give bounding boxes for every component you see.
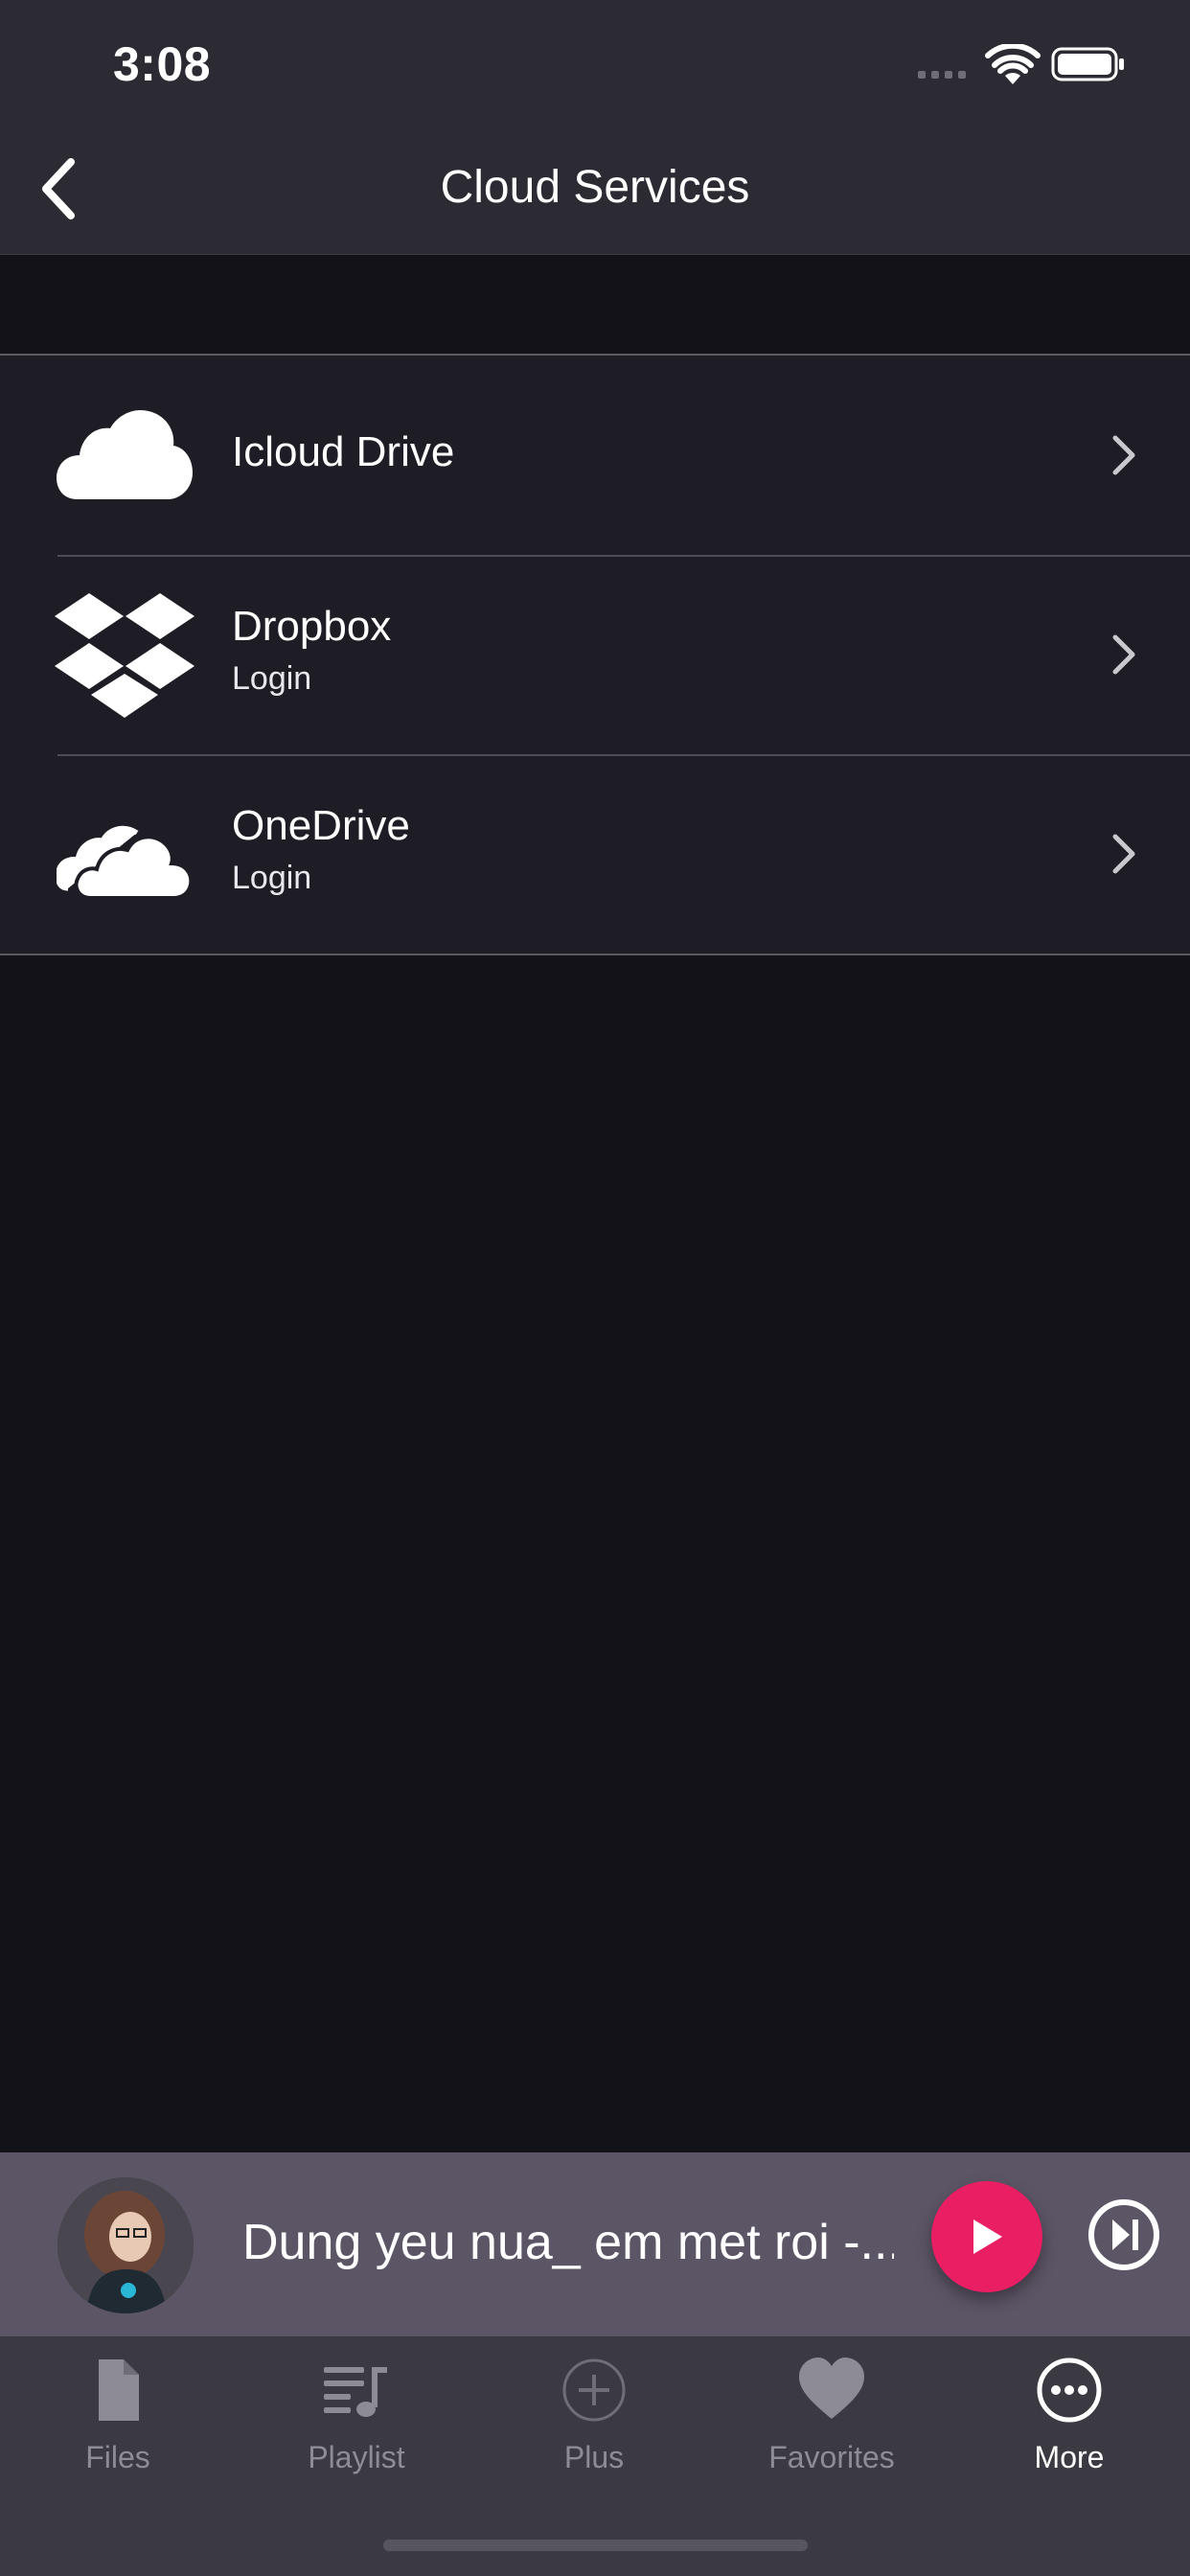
tab-files[interactable]: Files <box>22 2356 214 2509</box>
tab-plus[interactable]: Plus <box>498 2356 690 2509</box>
tab-favorites[interactable]: Favorites <box>736 2356 927 2509</box>
tab-more[interactable]: More <box>973 2356 1165 2509</box>
heart-icon <box>799 2358 864 2419</box>
chevron-right-icon <box>1112 834 1135 874</box>
mini-player[interactable]: Dung yeu nua_ em met roi -... <box>0 2152 1190 2336</box>
skip-next-button[interactable] <box>1086 2196 1162 2273</box>
status-time: 3:08 <box>113 37 212 91</box>
list-item-onedrive[interactable]: OneDrive Login <box>0 754 1190 954</box>
plus-circle-icon <box>562 2358 626 2422</box>
row-subtitle: Login <box>232 660 312 697</box>
playlist-icon <box>324 2367 387 2417</box>
row-title: Icloud Drive <box>232 428 455 475</box>
top-bar: 3:08 Cloud Services <box>0 0 1190 255</box>
icloud-icon <box>53 394 196 517</box>
home-indicator[interactable] <box>383 2540 808 2551</box>
more-icon <box>1037 2358 1102 2423</box>
list-item-dropbox[interactable]: Dropbox Login <box>0 555 1190 754</box>
onedrive-icon <box>53 793 196 915</box>
row-title: Dropbox <box>232 603 392 650</box>
tab-label: Plus <box>563 2440 625 2474</box>
list-item-icloud-drive[interactable]: Icloud Drive <box>0 356 1190 555</box>
tab-label: More <box>1034 2440 1105 2474</box>
tab-label: Favorites <box>768 2440 895 2474</box>
screen: 3:08 Cloud Services Icloud Drive Dropbox… <box>0 0 1190 2576</box>
section-spacer <box>0 255 1190 354</box>
tab-playlist[interactable]: Playlist <box>261 2356 452 2509</box>
song-title: Dung yeu nua_ em met roi -... <box>242 2215 894 2270</box>
chevron-right-icon <box>1112 435 1135 475</box>
cellular-signal-icon <box>918 71 966 79</box>
file-icon <box>99 2359 139 2421</box>
play-button[interactable] <box>931 2181 1042 2292</box>
chevron-right-icon <box>1112 634 1135 675</box>
dropbox-icon <box>53 593 196 718</box>
album-art[interactable] <box>57 2177 194 2313</box>
tab-label: Playlist <box>308 2440 405 2474</box>
row-title: OneDrive <box>232 802 410 849</box>
cloud-services-list: Icloud Drive Dropbox Login OneDrive Logi… <box>0 354 1190 955</box>
page-title: Cloud Services <box>440 162 750 213</box>
tab-label: Files <box>85 2440 150 2474</box>
play-icon <box>973 2220 1002 2254</box>
row-subtitle: Login <box>232 860 312 896</box>
wifi-icon <box>985 44 1041 84</box>
battery-icon <box>1051 47 1124 81</box>
